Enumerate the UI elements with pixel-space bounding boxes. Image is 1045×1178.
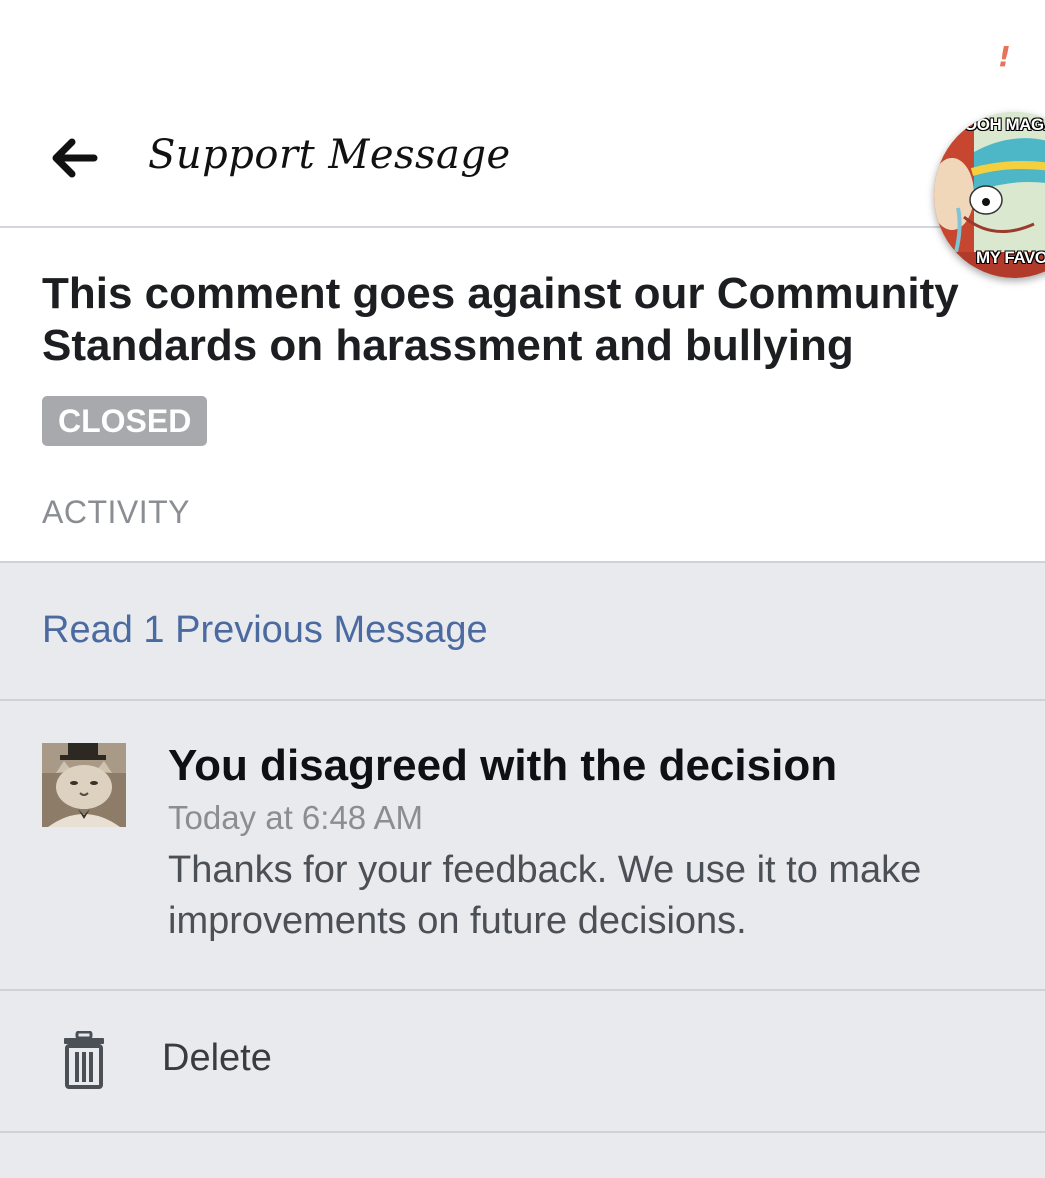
message-timestamp: Today at 6:48 AM xyxy=(168,799,423,836)
read-previous-message-link[interactable]: Read 1 Previous Message xyxy=(42,609,488,652)
status-alert-icon: ! xyxy=(998,40,1011,73)
activity-section-label: ACTIVITY xyxy=(42,494,191,530)
avatar[interactable] xyxy=(42,743,126,827)
chat-head-avatar[interactable]: OOH MAGA MY FAVOI xyxy=(934,112,1045,278)
chat-head-caption-bottom: MY FAVOI xyxy=(976,248,1045,267)
delete-button[interactable]: Delete xyxy=(0,991,1045,1133)
delete-label: Delete xyxy=(162,1037,272,1079)
message-title: You disagreed with the decision xyxy=(168,741,838,790)
status-badge: CLOSED xyxy=(42,396,208,446)
message-item: You disagreed with the decision Today at… xyxy=(0,701,1045,991)
trash-icon xyxy=(64,1031,104,1089)
back-button[interactable] xyxy=(46,136,102,180)
cat-avatar-image xyxy=(42,743,126,827)
arrow-left-icon xyxy=(52,138,98,178)
header: Support Message xyxy=(0,92,1045,228)
case-title: This comment goes against our Community … xyxy=(42,269,959,370)
message-body: Thanks for your feedback. We use it to m… xyxy=(168,849,922,942)
support-message-screen: ! Support Message OOH MAGA MY FAVOI This… xyxy=(0,0,1045,1178)
page-title: Support Message xyxy=(148,132,511,178)
activity-panel: Read 1 Previous Message You disagreed wi… xyxy=(0,561,1045,1178)
previous-messages-row[interactable]: Read 1 Previous Message xyxy=(0,563,1045,701)
chat-head-caption-top: OOH MAGA xyxy=(964,115,1045,134)
